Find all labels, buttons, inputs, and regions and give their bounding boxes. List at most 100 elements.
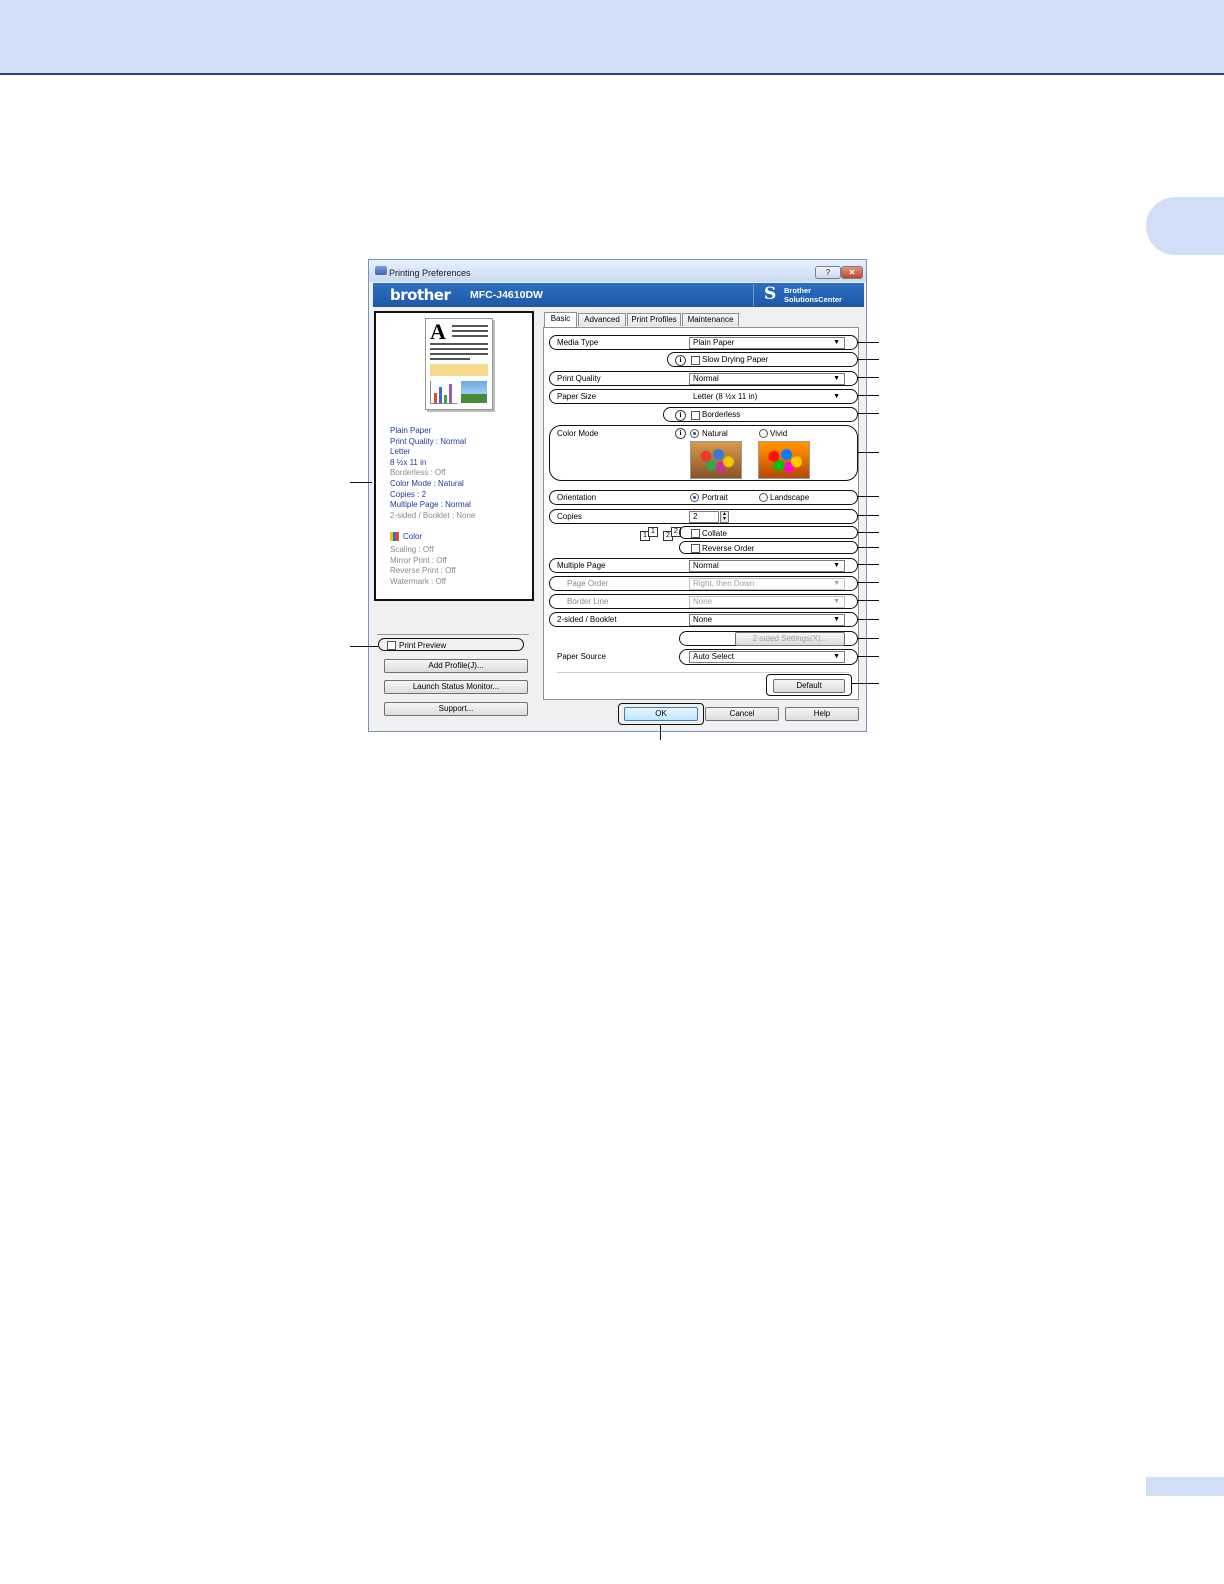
dropdown-arrow-icon: ▼ (833, 580, 840, 587)
summary-line: Letter (390, 447, 411, 457)
callout-line (857, 547, 879, 549)
color-label: Color (403, 532, 423, 541)
tab-print-profiles[interactable]: Print Profiles (627, 313, 681, 326)
callout-line (857, 342, 879, 344)
callout-line (857, 496, 879, 498)
two-sided-select[interactable]: None ▼ (689, 614, 845, 626)
window-title: Printing Preferences (389, 268, 471, 278)
tab-basic[interactable]: Basic (544, 312, 577, 327)
summary-line: 2-sided / Booklet : None (390, 510, 476, 520)
close-button[interactable]: ✕ (841, 266, 863, 279)
copies-label: Copies (557, 512, 582, 521)
reverse-order-checkbox[interactable] (691, 544, 700, 553)
summary-line: Color Mode : Natural (390, 478, 464, 488)
vivid-label: Vivid (770, 429, 788, 438)
brother-banner: brother MFC-J4610DW S Brother SolutionsC… (373, 283, 864, 307)
copies-value: 2 (693, 512, 698, 521)
callout-line (350, 482, 372, 484)
portrait-radio[interactable] (690, 493, 699, 502)
print-preview-checkbox[interactable]: Print Preview (378, 638, 524, 651)
callout-line (350, 646, 378, 648)
brother-logo: brother (390, 286, 451, 304)
multiple-page-label: Multiple Page (557, 561, 606, 570)
print-quality-select[interactable]: Normal ▼ (689, 373, 845, 385)
model-name: MFC-J4610DW (470, 289, 543, 301)
summary-line: Mirror Print : Off (390, 555, 447, 565)
print-quality-value: Normal (693, 374, 719, 383)
tab-maintenance[interactable]: Maintenance (682, 313, 739, 326)
dropdown-arrow-icon: ▼ (833, 653, 840, 660)
dropdown-arrow-icon: ▼ (833, 393, 840, 400)
borderless-label: Borderless (702, 410, 741, 419)
solutions-center-icon: S (764, 284, 777, 304)
default-button[interactable]: Default (773, 679, 845, 693)
natural-sample-image (690, 441, 742, 479)
printing-preferences-dialog: Printing Preferences ? ✕ brother MFC-J46… (368, 259, 867, 732)
media-type-select[interactable]: Plain Paper ▼ (689, 337, 845, 349)
collate-label: Collate (702, 529, 727, 538)
add-profile-button[interactable]: Add Profile(J)... (384, 659, 528, 673)
print-preview-label: Print Preview (399, 641, 447, 650)
cancel-button[interactable]: Cancel (705, 707, 779, 721)
paper-source-select[interactable]: Auto Select ▼ (689, 651, 845, 663)
print-quality-label: Print Quality (557, 374, 601, 383)
color-swatch-icon (390, 532, 399, 542)
info-icon[interactable]: i (675, 410, 686, 421)
callout-line (857, 359, 879, 361)
borderless-checkbox[interactable] (691, 411, 700, 420)
printer-icon (375, 266, 387, 275)
slow-drying-label: Slow Drying Paper (702, 355, 769, 364)
summary-line: Reverse Print : Off (390, 566, 456, 576)
ok-button[interactable]: OK (624, 707, 698, 721)
paper-source-label: Paper Source (557, 652, 606, 661)
portrait-label: Portrait (702, 493, 728, 502)
preview-photo-graphic (461, 381, 487, 403)
tab-advanced[interactable]: Advanced (578, 313, 626, 326)
checkbox-icon (387, 641, 396, 650)
natural-radio[interactable] (690, 429, 699, 438)
slow-drying-checkbox[interactable] (691, 356, 700, 365)
border-line-select[interactable]: None ▼ (689, 596, 845, 608)
settings-preview-panel: A Plain Paper Print Quality : Normal Let… (374, 311, 534, 601)
callout-line (857, 638, 879, 640)
callout-line (857, 532, 879, 534)
summary-line: Copies : 2 (390, 489, 427, 499)
dropdown-arrow-icon: ▼ (833, 339, 840, 346)
title-bar: Printing Preferences ? ✕ (369, 260, 866, 282)
dropdown-arrow-icon: ▼ (833, 598, 840, 605)
callout-line (857, 656, 879, 658)
color-mode-label: Color Mode (557, 429, 599, 438)
solutions-center-link[interactable]: S Brother SolutionsCenter (753, 284, 862, 306)
paper-size-select[interactable]: Letter (8 ½x 11 in) ▼ (689, 391, 845, 403)
copies-spinner[interactable]: ▲ ▼ (720, 511, 729, 523)
collate-checkbox[interactable] (691, 529, 700, 538)
vivid-radio[interactable] (759, 429, 768, 438)
page-order-value: Right, then Down (693, 579, 755, 588)
callout-line (857, 582, 879, 584)
border-line-label: Border Line (567, 597, 609, 606)
page-order-select[interactable]: Right, then Down ▼ (689, 578, 845, 590)
divider (377, 634, 529, 635)
info-icon[interactable]: i (675, 428, 686, 439)
summary-line: 8 ½x 11 in (390, 457, 427, 467)
help-button[interactable]: Help (785, 707, 859, 721)
reverse-order-label: Reverse Order (702, 544, 755, 553)
settings-summary-2: Scaling : Off Mirror Print : Off Reverse… (390, 545, 456, 587)
landscape-radio[interactable] (759, 493, 768, 502)
support-button[interactable]: Support... (384, 702, 528, 716)
two-sided-label: 2-sided / Booklet (557, 615, 617, 624)
two-sided-settings-button[interactable]: 2-sided Settings(X)... (735, 632, 845, 646)
info-icon[interactable]: i (675, 355, 686, 366)
multiple-page-select[interactable]: Normal ▼ (689, 560, 845, 572)
summary-line: Multiple Page : Normal (390, 500, 471, 510)
callout-line (660, 724, 662, 740)
copies-input[interactable]: 2 (689, 511, 719, 523)
settings-summary: Plain Paper Print Quality : Normal Lette… (390, 426, 475, 521)
launch-status-monitor-button[interactable]: Launch Status Monitor... (384, 680, 528, 694)
vivid-sample-image (758, 441, 810, 479)
media-type-value: Plain Paper (693, 338, 735, 347)
preview-letter-a: A (430, 319, 446, 344)
callout-line (857, 452, 879, 454)
page-preview-thumbnail: A (425, 318, 493, 410)
help-title-button[interactable]: ? (815, 266, 841, 279)
